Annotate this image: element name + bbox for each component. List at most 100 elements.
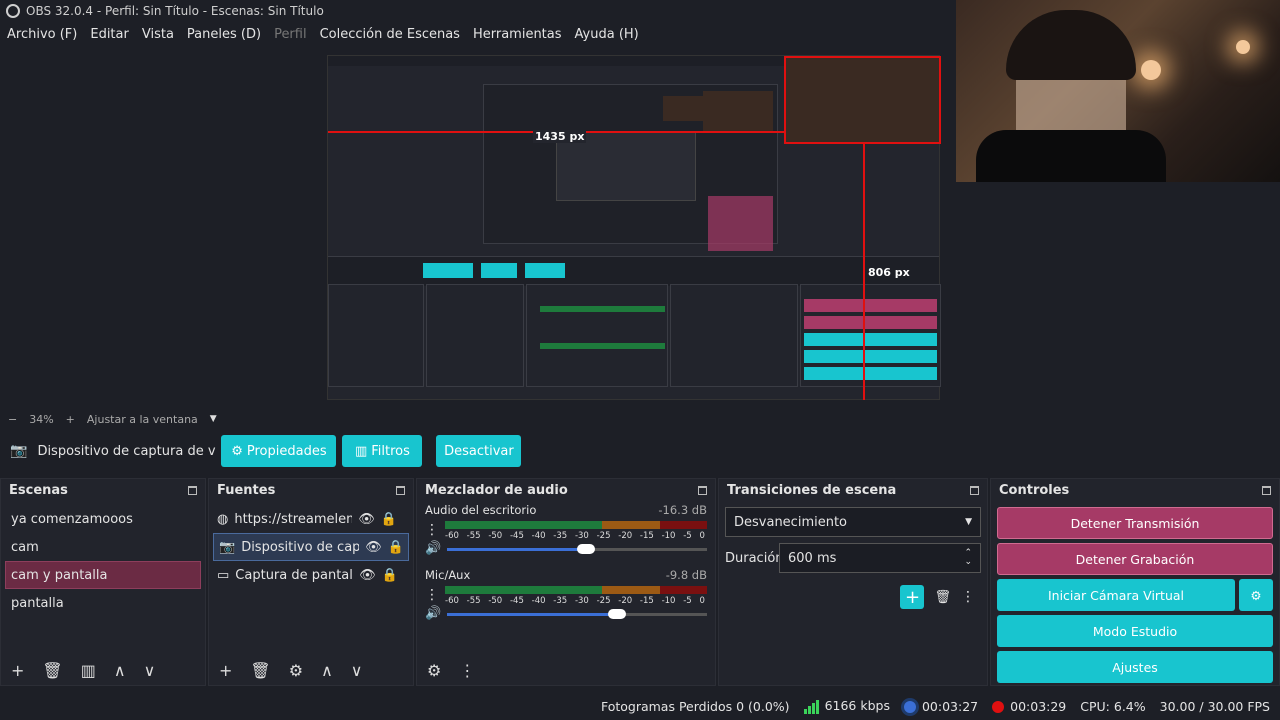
volume-meter bbox=[445, 521, 707, 529]
start-virtual-camera-button[interactable]: Iniciar Cámara Virtual bbox=[997, 579, 1235, 611]
mixer-channel-mic: Mic/Aux -9.8 dB ⋮ -60 -55 -50 -45 -40 -35 -30-… bbox=[417, 566, 715, 621]
annotation-width-label: 1435 px bbox=[533, 130, 587, 143]
gear-icon[interactable]: ⚙ bbox=[289, 661, 303, 680]
undock-icon[interactable] bbox=[1262, 485, 1271, 495]
scenes-title: Escenas bbox=[9, 482, 68, 498]
chevron-down-icon: ▼ bbox=[965, 517, 972, 527]
duration-label: Duración bbox=[725, 550, 784, 566]
deactivate-button[interactable]: Desactivar bbox=[436, 435, 522, 467]
undock-icon[interactable] bbox=[188, 485, 197, 495]
channel-name: Audio del escritorio bbox=[425, 503, 537, 517]
kebab-menu-icon[interactable]: ⋮ bbox=[425, 587, 439, 603]
add-scene-icon[interactable]: + bbox=[11, 661, 24, 680]
speaker-icon[interactable]: 🔊 bbox=[425, 541, 441, 556]
transition-selected: Desvanecimiento bbox=[734, 514, 848, 530]
camera-icon: 📷 bbox=[219, 539, 236, 555]
undock-icon[interactable] bbox=[970, 485, 979, 495]
lock-icon[interactable]: 🔒 bbox=[381, 512, 397, 527]
source-item[interactable]: ◍ https://streamelemen 👁 🔒 bbox=[209, 505, 413, 533]
scenes-toolbar: + 🗑 ▥ ∧ ∨ bbox=[1, 655, 205, 685]
source-toolbar: 📷 Dispositivo de captura de v ⚙ Propieda… bbox=[0, 432, 1280, 470]
meter-scale: -60 -55 -50 -45 -40 -35 -30 -25 -20 -15 -10 -5 0 bbox=[445, 531, 705, 541]
sources-title: Fuentes bbox=[217, 482, 276, 498]
source-item-selected[interactable]: 📷 Dispositivo de captur 👁 🔒 bbox=[213, 533, 409, 561]
sources-dock: Fuentes ◍ https://streamelemen 👁 🔒 📷 Dis… bbox=[208, 478, 414, 686]
settings-button[interactable]: Ajustes bbox=[997, 651, 1273, 683]
monitor-icon: ▭ bbox=[217, 567, 230, 583]
properties-button[interactable]: ⚙ Propiedades bbox=[221, 435, 337, 467]
menu-coleccion-escenas[interactable]: Colección de Escenas bbox=[320, 27, 460, 42]
filters-button[interactable]: ▥ Filtros bbox=[342, 435, 423, 467]
properties-label: Propiedades bbox=[246, 443, 327, 459]
volume-slider[interactable] bbox=[447, 607, 707, 621]
virtual-camera-settings-icon[interactable]: ⚙ bbox=[1239, 579, 1273, 611]
move-up-icon[interactable]: ∧ bbox=[114, 661, 126, 680]
eye-icon[interactable]: 👁 bbox=[359, 568, 376, 583]
lock-icon[interactable]: 🔒 bbox=[388, 540, 404, 555]
globe-icon: ◍ bbox=[217, 511, 229, 527]
duration-spinbox[interactable]: 600 ms ⌃ ⌄ bbox=[779, 543, 981, 573]
annotation-height-label: 806 px bbox=[868, 266, 910, 279]
volume-meter bbox=[445, 586, 707, 594]
menu-bar: Archivo (F) Editar Vista Paneles (D) Per… bbox=[0, 22, 956, 46]
gear-icon[interactable]: ⚙ bbox=[427, 661, 441, 680]
zoom-out-button[interactable]: − bbox=[8, 413, 17, 426]
menu-editar[interactable]: Editar bbox=[90, 27, 129, 42]
zoom-bar: − 34% + Ajustar a la ventana ▼ bbox=[0, 410, 956, 428]
stream-time: 00:03:27 bbox=[903, 699, 978, 714]
eye-icon[interactable]: 👁 bbox=[365, 540, 382, 555]
menu-ayuda[interactable]: Ayuda (H) bbox=[575, 27, 639, 42]
move-up-icon[interactable]: ∧ bbox=[321, 661, 333, 680]
stream-indicator-icon bbox=[903, 701, 916, 713]
speaker-icon[interactable]: 🔊 bbox=[425, 606, 441, 621]
cpu-usage: CPU: 6.4% bbox=[1080, 698, 1146, 714]
stop-recording-button[interactable]: Detener Grabación bbox=[997, 543, 1273, 575]
scene-item[interactable]: pantalla bbox=[1, 589, 205, 617]
scene-item[interactable]: ya comenzamooos bbox=[1, 505, 205, 533]
audio-mixer-dock: Mezclador de audio Audio del escritorio … bbox=[416, 478, 716, 686]
move-down-icon[interactable]: ∨ bbox=[351, 661, 363, 680]
studio-mode-button[interactable]: Modo Estudio bbox=[997, 615, 1273, 647]
kebab-menu-icon[interactable]: ⋮ bbox=[425, 522, 439, 538]
transitions-title: Transiciones de escena bbox=[727, 482, 897, 498]
transition-select[interactable]: Desvanecimiento ▼ bbox=[725, 507, 981, 537]
gear-icon: ⚙ bbox=[231, 443, 243, 459]
trash-icon[interactable]: 🗑 bbox=[250, 661, 270, 680]
preview-canvas[interactable]: 1435 px 806 px bbox=[0, 46, 956, 408]
filter-icon: ▥ bbox=[354, 443, 368, 459]
kebab-menu-icon[interactable]: ⋮ bbox=[961, 589, 975, 605]
channel-name: Mic/Aux bbox=[425, 568, 471, 582]
duration-value: 600 ms bbox=[788, 550, 837, 566]
trash-icon[interactable]: 🗑 bbox=[42, 661, 62, 680]
stop-stream-button[interactable]: Detener Transmisión bbox=[997, 507, 1273, 539]
scenes-dock: Escenas ya comenzamooos cam cam y pantal… bbox=[0, 478, 206, 686]
eye-icon[interactable]: 👁 bbox=[358, 512, 375, 527]
zoom-dropdown-icon[interactable]: ▼ bbox=[210, 414, 217, 424]
move-down-icon[interactable]: ∨ bbox=[144, 661, 156, 680]
spin-arrows-icon[interactable]: ⌃ ⌄ bbox=[964, 549, 972, 567]
source-item[interactable]: ▭ Captura de pantalla 👁 🔒 bbox=[209, 561, 413, 589]
zoom-in-button[interactable]: + bbox=[66, 413, 75, 426]
filters-icon[interactable]: ▥ bbox=[81, 661, 96, 680]
mixer-toolbar: ⚙ ⋮ bbox=[417, 655, 715, 685]
menu-archivo[interactable]: Archivo (F) bbox=[7, 27, 77, 42]
record-indicator-icon bbox=[992, 701, 1005, 713]
undock-icon[interactable] bbox=[698, 485, 707, 495]
scene-item[interactable]: cam bbox=[1, 533, 205, 561]
volume-slider[interactable] bbox=[447, 542, 707, 556]
menu-vista[interactable]: Vista bbox=[142, 27, 174, 42]
kebab-menu-icon[interactable]: ⋮ bbox=[459, 661, 475, 680]
menu-perfil[interactable]: Perfil bbox=[274, 27, 307, 42]
trash-icon[interactable]: 🗑 bbox=[934, 590, 951, 605]
menu-herramientas[interactable]: Herramientas bbox=[473, 27, 562, 42]
add-transition-icon[interactable]: + bbox=[900, 585, 925, 609]
add-source-icon[interactable]: + bbox=[219, 661, 232, 680]
source-name: Captura de pantalla bbox=[235, 567, 354, 583]
bitrate-value: 6166 kbps bbox=[824, 698, 890, 714]
undock-icon[interactable] bbox=[396, 485, 405, 495]
sources-toolbar: + 🗑 ⚙ ∧ ∨ bbox=[209, 655, 413, 685]
menu-paneles[interactable]: Paneles (D) bbox=[187, 27, 261, 42]
lock-icon[interactable]: 🔒 bbox=[382, 568, 398, 583]
scene-item-selected[interactable]: cam y pantalla bbox=[5, 561, 201, 589]
zoom-fit-label[interactable]: Ajustar a la ventana bbox=[87, 413, 198, 426]
